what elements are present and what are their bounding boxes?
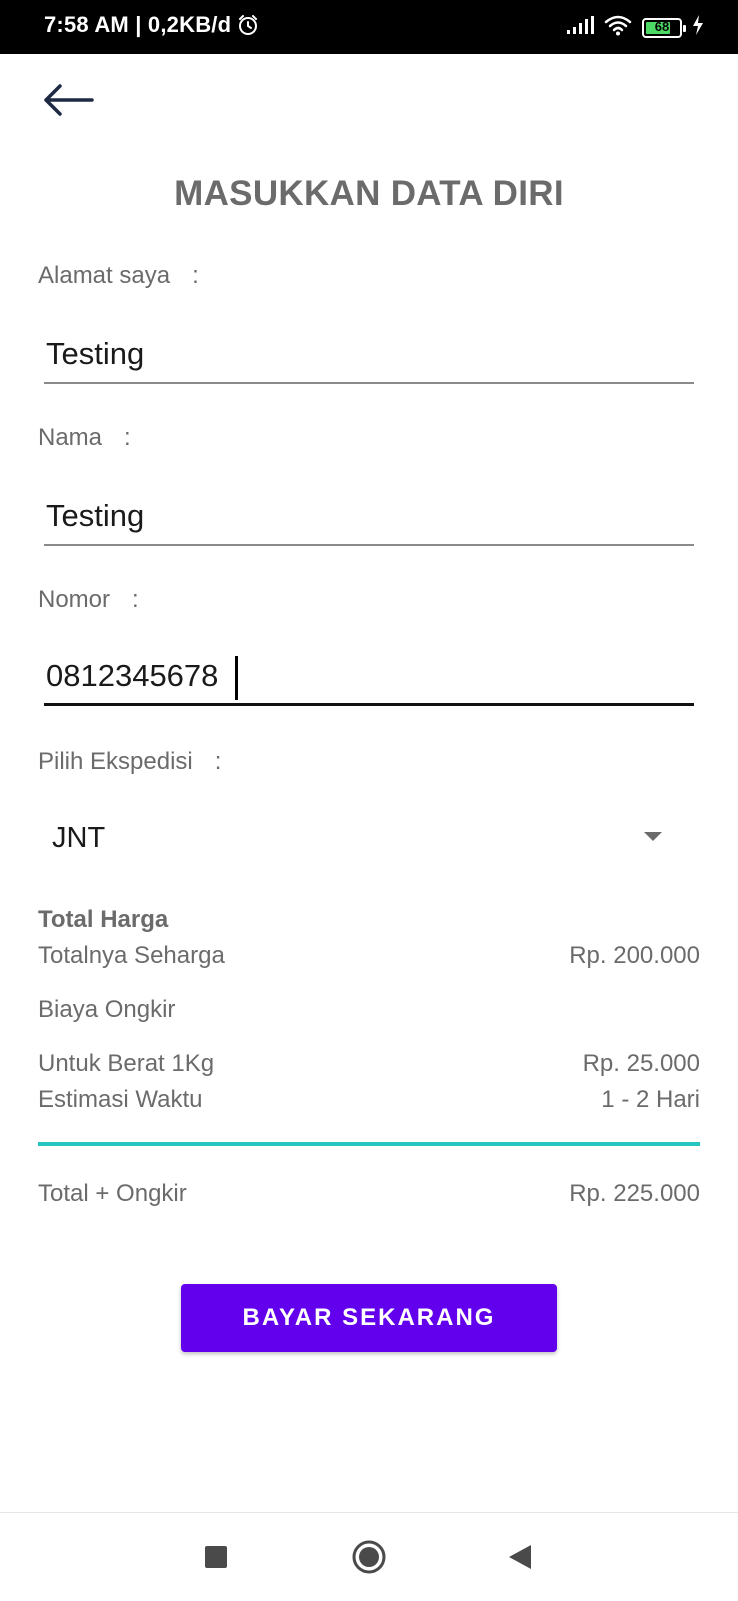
name-label-text: Nama <box>38 424 103 451</box>
address-input[interactable] <box>44 326 694 384</box>
back-button[interactable] <box>36 76 100 128</box>
name-label: Nama: <box>38 424 131 452</box>
recents-button[interactable] <box>192 1535 240 1583</box>
recents-square-icon <box>204 1545 228 1574</box>
weight-label: Untuk Berat 1Kg <box>38 1050 215 1077</box>
battery-icon: 68 <box>642 17 686 38</box>
status-time: 7:58 AM | 0,2KB/d <box>44 12 232 37</box>
subtotal-label: Totalnya Seharga <box>38 942 225 969</box>
home-circle-icon <box>351 1539 387 1580</box>
total-price-heading: Total Harga <box>38 906 169 933</box>
phone-label-colon: : <box>132 586 139 613</box>
expedition-label: Pilih Ekspedisi: <box>38 748 221 776</box>
address-label: Alamat saya: <box>38 262 199 290</box>
expedition-label-colon: : <box>214 748 222 775</box>
name-label-colon: : <box>124 424 131 451</box>
back-triangle-icon <box>507 1543 533 1576</box>
summary-divider <box>38 1142 700 1146</box>
estimate-value: 1 - 2 Hari <box>601 1086 700 1113</box>
back-nav-button[interactable] <box>496 1535 544 1583</box>
shipping-cost-heading: Biaya Ongkir <box>38 996 176 1023</box>
name-input[interactable] <box>44 488 694 546</box>
battery-cap <box>683 24 686 32</box>
page-title: MASUKKAN DATA DIRI <box>174 174 564 213</box>
expedition-dropdown[interactable]: JNT <box>38 810 688 868</box>
home-button[interactable] <box>345 1535 393 1583</box>
arrow-left-icon <box>40 82 96 123</box>
address-label-colon: : <box>192 262 199 289</box>
alarm-icon <box>237 14 259 36</box>
estimate-label: Estimasi Waktu <box>38 1086 203 1113</box>
battery-level: 68 <box>654 18 670 34</box>
grand-total-label: Total + Ongkir <box>38 1180 187 1207</box>
wifi-icon <box>604 14 632 41</box>
status-right: 68 <box>566 14 704 41</box>
phone-label: Nomor: <box>38 586 139 614</box>
expedition-selected: JNT <box>52 822 106 854</box>
expedition-label-text: Pilih Ekspedisi <box>38 748 193 775</box>
system-nav-bar <box>0 1512 738 1601</box>
text-cursor <box>235 656 238 700</box>
pay-now-button[interactable]: BAYAR SEKARANG <box>181 1284 557 1352</box>
shipping-cost-value: Rp. 25.000 <box>582 1050 700 1077</box>
subtotal-value: Rp. 200.000 <box>569 942 700 969</box>
phone-label-text: Nomor <box>38 586 111 613</box>
grand-total-value: Rp. 225.000 <box>569 1180 700 1207</box>
status-left: 7:58 AM | 0,2KB/d <box>44 12 259 38</box>
dropdown-arrow-icon <box>644 832 662 841</box>
status-bar: 7:58 AM | 0,2KB/d 68 <box>0 0 738 54</box>
signal-icon <box>566 15 594 40</box>
phone-input[interactable] <box>44 648 694 706</box>
address-label-text: Alamat saya <box>38 262 171 289</box>
charging-icon <box>692 15 704 40</box>
